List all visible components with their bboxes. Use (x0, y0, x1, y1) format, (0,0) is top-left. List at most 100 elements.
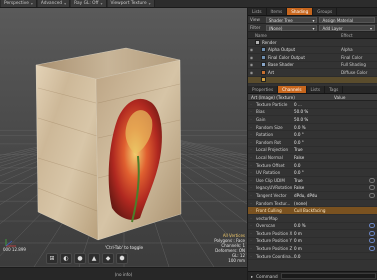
command-bar: ▸ Command (248, 271, 377, 280)
tab-lists[interactable]: Lists (248, 8, 267, 15)
shader-tree-row[interactable]: ◉ Alpha Output Alpha (248, 47, 377, 54)
viewport-stats: All Vertices Polygons : Face Channels: 1 De… (214, 233, 245, 263)
viewport-tool-button[interactable]: ◆ (102, 253, 114, 264)
layer-name: Final Color Output (268, 54, 305, 60)
property-row[interactable]: · legacyUVRotation False (248, 185, 377, 193)
property-row[interactable]: · Texture Particle 0 ... (248, 101, 377, 109)
channel-link-icon[interactable] (369, 223, 375, 229)
tab-items[interactable]: Items (267, 8, 288, 15)
layer-swatch-icon (261, 62, 266, 68)
viewport-tool-button[interactable]: ◐ (60, 253, 72, 264)
toolbar-button[interactable]: Advanced ▾ (37, 0, 71, 7)
command-input[interactable] (280, 273, 376, 279)
property-value[interactable]: 0 m (294, 231, 369, 236)
shader-tree-row[interactable]: ◉ Base Shader Full Shading (248, 62, 377, 69)
property-row[interactable]: · Local Projection True (248, 147, 377, 155)
viewport-tool-button[interactable]: ⊞ (46, 253, 58, 264)
channel-link-icon[interactable] (369, 192, 375, 198)
viewport-tool-button[interactable]: ▲ (88, 253, 100, 264)
channel-link-icon[interactable] (369, 246, 375, 252)
property-row[interactable]: · Front Culling Cull Backfacing (248, 207, 377, 215)
view-select[interactable]: Shader Tree ▾ (265, 16, 318, 23)
property-value[interactable]: 0 m (294, 246, 369, 251)
tab-properties[interactable]: Properties (248, 86, 279, 93)
property-value[interactable]: 0.0 ° (294, 132, 377, 137)
property-value[interactable]: 50.0 % (294, 117, 377, 122)
property-value[interactable]: True (294, 178, 369, 183)
channel-link-icon[interactable] (369, 177, 375, 183)
property-value[interactable]: False (294, 155, 377, 160)
property-value[interactable]: dPdu, dPdu (294, 193, 369, 198)
property-row[interactable]: · Random Textur... (none) (248, 200, 377, 208)
property-value[interactable]: 50.0 % (294, 109, 377, 114)
shader-tree-row[interactable]: Render (248, 39, 377, 47)
visibility-eye-icon[interactable]: ◉ (248, 62, 255, 67)
column-value: Value (334, 94, 346, 100)
shader-tree-row[interactable]: ◉ Final Color Output Final Color (248, 54, 377, 62)
property-value[interactable]: 0.0 % (294, 223, 369, 228)
property-name: Use Clip UDIM (256, 177, 285, 183)
property-value[interactable]: True (294, 147, 377, 152)
viewport-tool-button[interactable]: ⬢ (116, 253, 128, 264)
channel-link-icon[interactable] (369, 185, 375, 191)
property-row[interactable]: · Use Clip UDIM True (248, 177, 377, 185)
toolbar-button[interactable]: Ray GL: Off ▾ (71, 0, 107, 7)
tab-tags[interactable]: Tags (325, 86, 344, 93)
properties-list: · Texture Particle 0 ... · Bias 50.0 % · Gain 50… (248, 101, 377, 261)
command-label: Command (256, 273, 278, 279)
property-value[interactable]: 0.0 ° (294, 140, 377, 145)
assign-material-button[interactable]: Assign Material (319, 16, 375, 23)
layer-effect: Full Shading (341, 62, 366, 68)
toolbar-button[interactable]: Perspective ▾ (1, 0, 37, 7)
property-value[interactable]: 0.0 % (294, 125, 377, 130)
shader-tree-name-cell: Art (255, 69, 341, 75)
channel-link-icon[interactable] (369, 230, 375, 236)
filter-label: Filter (250, 25, 261, 30)
filter-select[interactable]: (None) ▾ (265, 24, 318, 31)
property-value[interactable]: Cull Backfacing (294, 208, 377, 213)
property-row[interactable]: · Overscan 0.0 % (248, 223, 377, 231)
tab-channels[interactable]: Channels (278, 86, 307, 93)
tab-groups[interactable]: Groups (313, 8, 338, 15)
textured-cube[interactable] (0, 8, 247, 267)
property-row[interactable]: · vectorMap (248, 215, 377, 223)
property-value[interactable]: 0 m (294, 238, 369, 243)
toolbar-button[interactable]: Viewport Texture ▾ (107, 0, 155, 7)
property-row[interactable]: · Texture Position X0 m (248, 230, 377, 238)
property-value[interactable]: 0.0 ° (294, 170, 377, 175)
visibility-eye-icon[interactable]: ◉ (248, 47, 255, 52)
property-row[interactable]: · Random Size 0.0 % (248, 124, 377, 132)
property-value[interactable]: 0.0 (294, 163, 377, 168)
shader-tree-row[interactable] (248, 76, 377, 84)
visibility-eye-icon[interactable]: ◉ (248, 55, 255, 60)
property-row[interactable]: · Local Normal False (248, 154, 377, 162)
shader-tree-name-cell: Render (255, 39, 341, 45)
view-select-value: Shader Tree (268, 17, 293, 23)
3d-viewport[interactable]: 000 12.899 'Ctrl-Tab' to toggle All Vert… (0, 8, 247, 267)
property-row[interactable]: · UV Rotation 0.0 ° (248, 169, 377, 177)
property-row[interactable]: · Texture Coordina... 0.0 (248, 253, 377, 261)
property-row[interactable]: · Texture Position Y0 m (248, 238, 377, 246)
property-row[interactable]: · Tangent Vector dPdu, dPdu (248, 192, 377, 200)
viewport-tool-button[interactable]: ● (74, 253, 86, 264)
tab-lists[interactable]: Lists (307, 86, 326, 93)
property-row[interactable]: · Gain 50.0 % (248, 116, 377, 124)
shader-tree-header: Name Effect (248, 32, 377, 39)
property-row[interactable]: · Random Rot 0.0 ° (248, 139, 377, 147)
tab-shading[interactable]: Shading (287, 8, 314, 15)
visibility-eye-icon[interactable]: ◉ (248, 70, 255, 75)
property-value[interactable]: (none) (294, 201, 377, 206)
property-row[interactable]: · Bias 50.0 % (248, 109, 377, 117)
property-value[interactable]: 0 ... (294, 102, 377, 107)
property-value[interactable]: 0.0 (294, 254, 377, 259)
property-value[interactable]: False (294, 185, 369, 190)
property-row[interactable]: · Rotation 0.0 ° (248, 131, 377, 139)
property-name: Local Normal (256, 154, 283, 160)
property-name: Texture Position X (256, 230, 293, 236)
property-row[interactable]: · Texture Position Z0 m (248, 245, 377, 253)
add-layer-button[interactable]: Add Layer ▾ (319, 24, 375, 31)
property-name: Texture Position Z (256, 246, 293, 252)
property-row[interactable]: · Texture Offset 0.0 (248, 162, 377, 170)
channel-link-icon[interactable] (369, 238, 375, 244)
shader-tree-row[interactable]: ◉ Art Diffuse Color (248, 69, 377, 77)
